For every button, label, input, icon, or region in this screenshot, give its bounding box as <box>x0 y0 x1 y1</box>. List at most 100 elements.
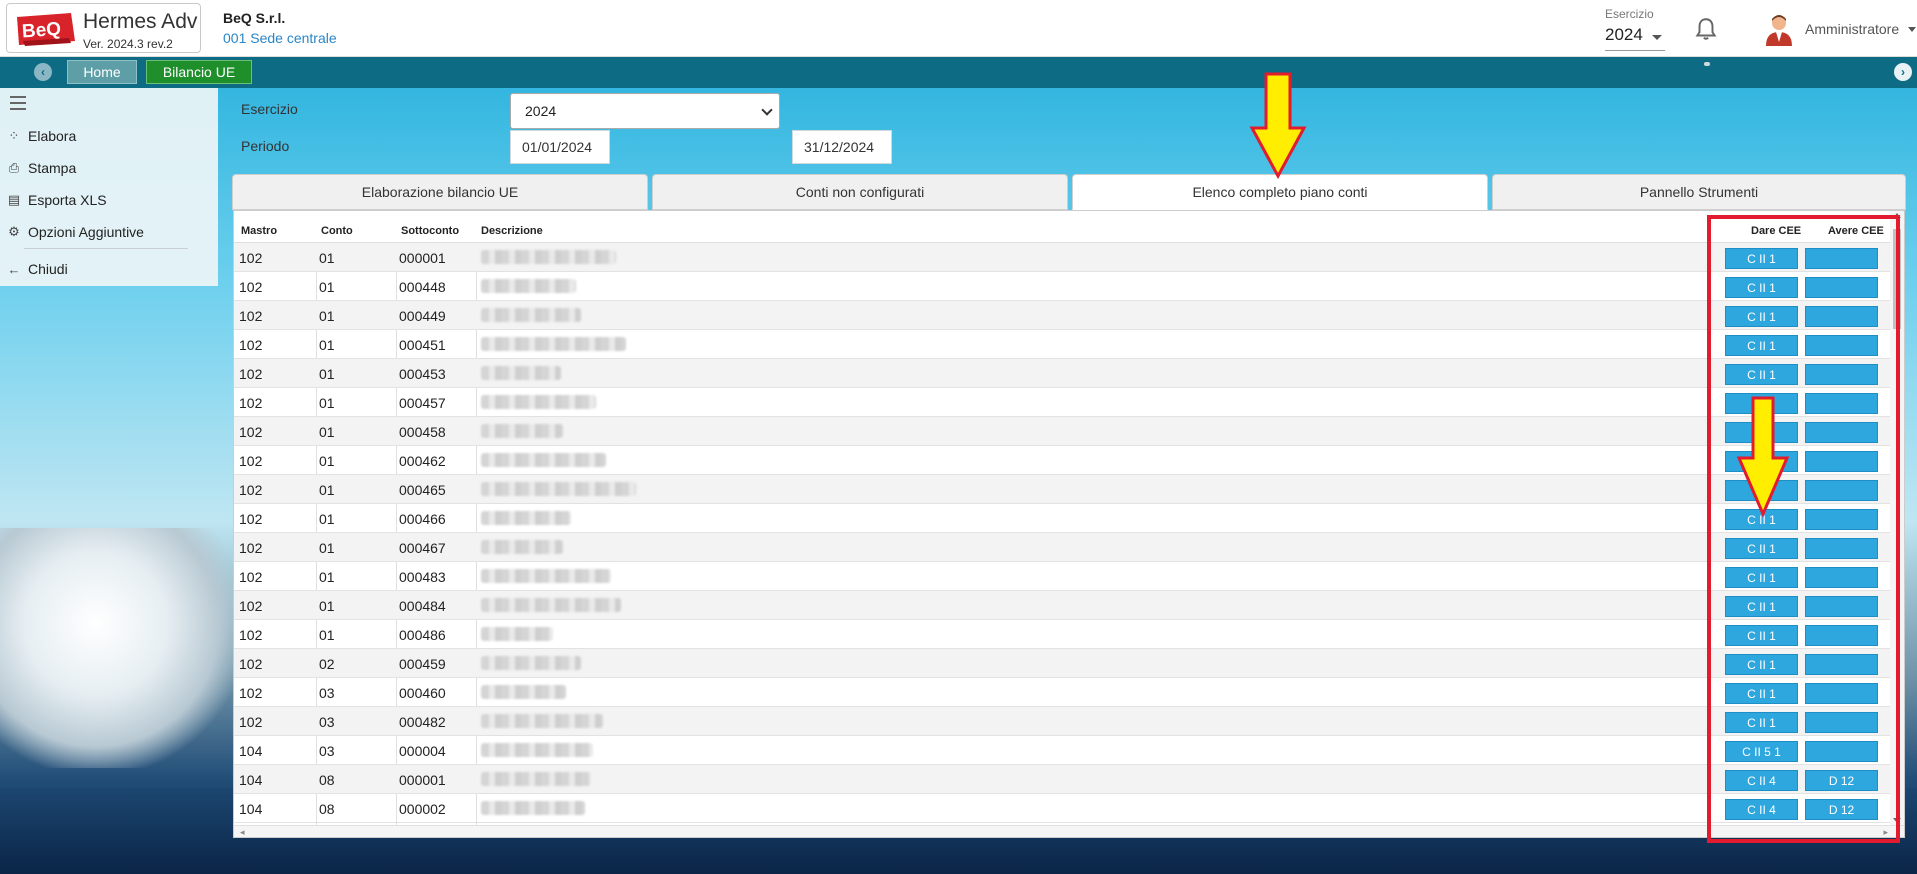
table-row[interactable]: 102 01 000465 <box>234 475 1904 504</box>
scroll-left-icon[interactable]: ◂ <box>240 827 245 838</box>
sidebar-item-opzioni-aggiuntive[interactable]: ⚙ Opzioni Aggiuntive <box>6 221 206 243</box>
cell-sottoconto: 000486 <box>399 627 446 643</box>
cell-mastro: 102 <box>239 627 263 643</box>
table-row[interactable]: 102 01 000483 C II 1 <box>234 562 1904 591</box>
cell-conto: 01 <box>319 598 335 614</box>
table-row[interactable]: 102 01 000448 C II 1 <box>234 272 1904 301</box>
tab-bilancio-ue[interactable]: Bilancio UE <box>146 60 252 84</box>
table-row[interactable]: 102 03 000460 C II 1 <box>234 678 1904 707</box>
table-row[interactable]: 102 01 000484 C II 1 <box>234 591 1904 620</box>
column-header-conto[interactable]: Conto <box>321 225 353 237</box>
user-name[interactable]: Amministratore <box>1805 21 1899 37</box>
tab-conti-non-configurati[interactable]: Conti non configurati <box>652 174 1068 210</box>
cell-conto: 01 <box>319 540 335 556</box>
sidebar-item-stampa[interactable]: ⎙ Stampa <box>6 157 206 179</box>
date-from-input[interactable]: 01/01/2024 <box>510 130 610 164</box>
chevron-down-icon <box>1652 35 1662 40</box>
redacted-description <box>481 308 581 322</box>
cell-conto: 01 <box>319 627 335 643</box>
cell-sottoconto: 000460 <box>399 685 446 701</box>
sidebar-item-label: Esporta XLS <box>28 192 107 208</box>
cell-mastro: 102 <box>239 598 263 614</box>
spinner-icon: ⁘ <box>8 128 20 143</box>
sidebar-divider <box>24 248 188 249</box>
cell-sottoconto: 000483 <box>399 569 446 585</box>
cell-conto: 01 <box>319 279 335 295</box>
table-row[interactable]: 104 08 000002 C II 4D 12 <box>234 794 1904 823</box>
sidebar: ⁘ Elabora ⎙ Stampa ▤ Esporta XLS ⚙ Opzio… <box>0 88 218 286</box>
beq-logo-icon: BeQ <box>17 13 75 46</box>
cell-sottoconto: 000001 <box>399 250 446 266</box>
user-menu-chevron-icon[interactable] <box>1908 27 1916 32</box>
esercizio-header-select[interactable]: 2024 <box>1605 25 1665 51</box>
redacted-description <box>481 279 576 293</box>
company-name[interactable]: BeQ S.r.l. <box>223 10 285 26</box>
table-row[interactable]: 102 01 000458 <box>234 417 1904 446</box>
cell-mastro: 102 <box>239 424 263 440</box>
table-row[interactable]: 102 01 000001 C II 1 <box>234 243 1904 272</box>
redacted-description <box>481 627 553 641</box>
cell-mastro: 102 <box>239 250 263 266</box>
printer-icon: ⎙ <box>8 160 20 175</box>
table-row[interactable]: 102 01 000466 C II 1 <box>234 504 1904 533</box>
tabs-scroll-right-icon[interactable]: › <box>1894 63 1912 81</box>
hamburger-menu-icon[interactable] <box>10 96 26 110</box>
cell-sottoconto: 000466 <box>399 511 446 527</box>
grid-horizontal-scrollbar[interactable]: ◂ ▸ <box>234 825 1904 837</box>
table-row[interactable]: 102 01 000457 <box>234 388 1904 417</box>
user-avatar-icon[interactable] <box>1762 12 1796 46</box>
column-header-descrizione[interactable]: Descrizione <box>481 225 543 237</box>
cell-mastro: 104 <box>239 801 263 817</box>
column-header-sottoconto[interactable]: Sottoconto <box>401 225 459 237</box>
sidebar-item-esporta-xls[interactable]: ▤ Esporta XLS <box>6 189 206 211</box>
cloud-decoration <box>0 528 240 768</box>
table-row[interactable]: 104 08 000001 C II 4D 12 <box>234 765 1904 794</box>
tabs-scroll-left-icon[interactable]: ‹ <box>34 63 52 81</box>
tab-pannello-strumenti[interactable]: Pannello Strumenti <box>1492 174 1906 210</box>
table-row[interactable]: 102 01 000451 C II 1 <box>234 330 1904 359</box>
gears-icon: ⚙ <box>8 224 20 239</box>
cell-sottoconto: 000457 <box>399 395 446 411</box>
redacted-description <box>481 540 563 554</box>
table-row[interactable]: 102 01 000467 C II 1 <box>234 533 1904 562</box>
cell-mastro: 102 <box>239 337 263 353</box>
cell-mastro: 102 <box>239 511 263 527</box>
table-row[interactable]: 104 03 000004 C II 5 1 <box>234 736 1904 765</box>
bell-icon[interactable] <box>1693 16 1719 42</box>
esercizio-select[interactable]: 2024 <box>510 93 780 129</box>
table-row[interactable]: 102 01 000453 C II 1 <box>234 359 1904 388</box>
sidebar-item-label: Elabora <box>28 128 77 144</box>
esercizio-label: Esercizio <box>241 101 298 117</box>
esercizio-header-value: 2024 <box>1605 25 1643 44</box>
redacted-description <box>481 366 561 380</box>
cell-conto: 01 <box>319 308 335 324</box>
accounts-grid: Mastro Conto Sottoconto Descrizione Dare… <box>233 210 1905 838</box>
redacted-description <box>481 424 563 438</box>
table-row[interactable]: 102 01 000486 C II 1 <box>234 620 1904 649</box>
cell-sottoconto: 000004 <box>399 743 446 759</box>
column-header-mastro[interactable]: Mastro <box>241 225 277 237</box>
cell-mastro: 102 <box>239 482 263 498</box>
sidebar-item-chiudi[interactable]: ← Chiudi <box>6 258 206 280</box>
table-row[interactable]: 102 01 000449 C II 1 <box>234 301 1904 330</box>
tab-elaborazione-bilancio[interactable]: Elaborazione bilancio UE <box>232 174 648 210</box>
table-row[interactable]: 102 02 000459 C II 1 <box>234 649 1904 678</box>
redacted-description <box>481 395 596 409</box>
cell-conto: 03 <box>319 714 335 730</box>
cell-conto: 01 <box>319 250 335 266</box>
sidebar-item-label: Chiudi <box>28 261 68 277</box>
cell-mastro: 104 <box>239 743 263 759</box>
redacted-description <box>481 656 581 670</box>
app-logo-box[interactable]: BeQ Hermes Adv Ver. 2024.3 rev.2 <box>6 3 201 53</box>
branch-link[interactable]: 001 Sede centrale <box>223 30 337 46</box>
tab-home[interactable]: Home <box>67 60 137 84</box>
app-name: Hermes Adv <box>83 10 198 33</box>
date-to-input[interactable]: 31/12/2024 <box>792 130 892 164</box>
redacted-description <box>481 598 621 612</box>
redacted-description <box>481 685 566 699</box>
sidebar-item-elabora[interactable]: ⁘ Elabora <box>6 125 206 147</box>
table-row[interactable]: 102 03 000482 C II 1 <box>234 707 1904 736</box>
cell-mastro: 102 <box>239 308 263 324</box>
cell-sottoconto: 000001 <box>399 772 446 788</box>
table-row[interactable]: 102 01 000462 <box>234 446 1904 475</box>
